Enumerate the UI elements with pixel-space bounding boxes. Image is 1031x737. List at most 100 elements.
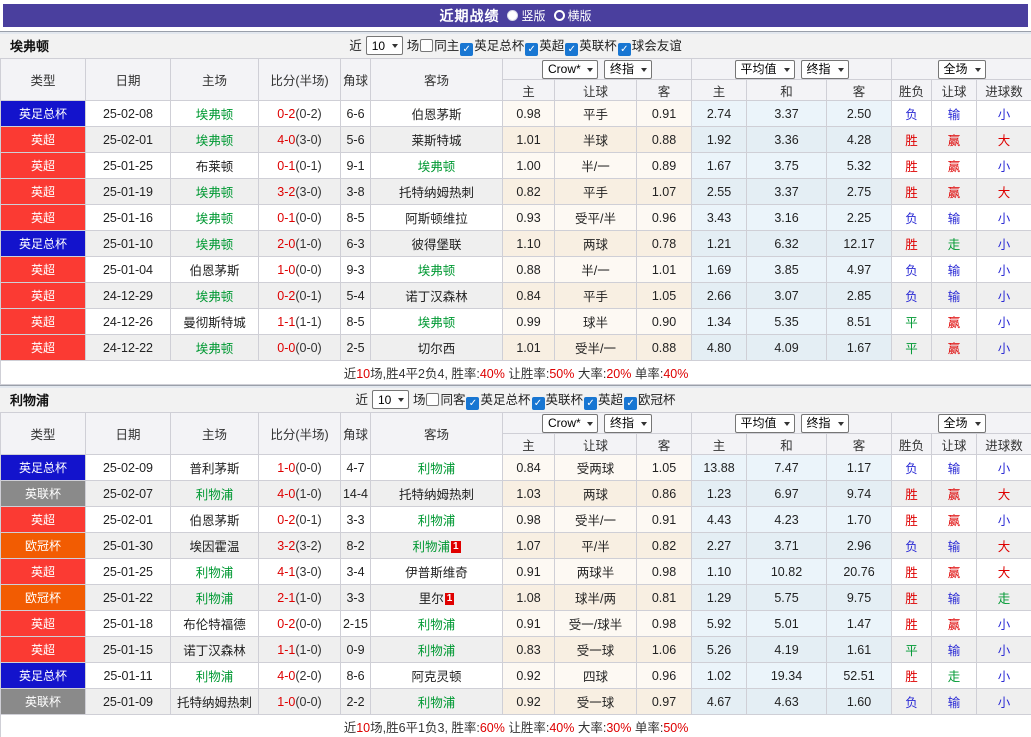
eu-final-select-wrap: 终指 bbox=[800, 413, 849, 433]
ah-handicap-line: 两球 bbox=[554, 230, 637, 257]
ah-away-odds: 1.05 bbox=[636, 454, 692, 481]
layout-option-vertical[interactable]: 竖版 bbox=[507, 7, 546, 24]
competition-checkbox[interactable]: ✓ bbox=[525, 42, 539, 56]
ah-home-odds: 1.01 bbox=[502, 334, 555, 361]
away-team: 利物浦 bbox=[370, 506, 503, 533]
away-team: 埃弗顿 bbox=[370, 152, 503, 179]
col-home: 主场 bbox=[170, 58, 259, 101]
corner-count: 2-15 bbox=[340, 610, 371, 637]
scope-select[interactable]: 全场 bbox=[937, 59, 986, 79]
ah-away-odds: 1.01 bbox=[636, 256, 692, 283]
halftime-score: (0-0) bbox=[295, 262, 322, 277]
eu-away-odds: 12.17 bbox=[825, 230, 893, 257]
ah-home-odds: 1.01 bbox=[502, 126, 555, 153]
competition-checkbox[interactable]: ✓ bbox=[565, 42, 579, 56]
eu-home-odds: 1.02 bbox=[691, 662, 747, 689]
summary-segment: 单率: bbox=[631, 721, 664, 735]
home-team: 埃弗顿 bbox=[170, 126, 259, 153]
result-handicap: 赢 bbox=[931, 480, 978, 507]
corner-count: 9-1 bbox=[340, 152, 371, 179]
ah-final-select[interactable]: 终指 bbox=[604, 413, 652, 433]
bookmaker-select[interactable]: Crow* bbox=[542, 59, 598, 79]
match-score: 3-2(3-2) bbox=[258, 532, 341, 559]
result-handicap: 输 bbox=[931, 584, 978, 611]
match-type-badge: 英超 bbox=[0, 610, 86, 637]
summary-segment: 10 bbox=[356, 367, 371, 381]
halftime-score: (3-2) bbox=[295, 538, 322, 553]
match-score: 3-2(3-0) bbox=[258, 178, 341, 205]
match-date: 25-01-30 bbox=[85, 532, 171, 559]
corner-count: 14-4 bbox=[340, 480, 371, 507]
fulltime-score: 0-2 bbox=[277, 616, 296, 631]
match-score: 0-2(0-1) bbox=[258, 282, 341, 309]
team-name-text: 埃弗顿 bbox=[417, 160, 456, 174]
eu-average-select[interactable]: 平均值 bbox=[734, 59, 795, 79]
radio-unselected-icon[interactable] bbox=[553, 10, 565, 21]
competition-checkbox[interactable]: ✓ bbox=[460, 42, 474, 56]
eu-draw-odds: 3.07 bbox=[746, 282, 827, 309]
results-table: 类型 日期 主场 比分(半场) 角球 客场 Crow*终指 平均值终指 全场 bbox=[0, 412, 1031, 737]
halftime-score: (1-0) bbox=[295, 590, 322, 605]
bookmaker-select[interactable]: Crow* bbox=[542, 413, 598, 433]
eu-final-select[interactable]: 终指 bbox=[800, 59, 849, 79]
match-type-badge: 英联杯 bbox=[0, 688, 86, 715]
match-count-select[interactable]: 10 bbox=[365, 36, 403, 55]
home-team: 布莱顿 bbox=[170, 152, 259, 179]
same-side-checkbox[interactable] bbox=[426, 392, 440, 406]
layout-option-horizontal[interactable]: 横版 bbox=[553, 7, 592, 24]
corner-count: 8-2 bbox=[340, 532, 371, 559]
match-row: 欧冠杯 25-01-22 利物浦 2-1(1-0) 3-3 里尔 1 1.08 球半/两 0.81… bbox=[0, 584, 1031, 611]
corner-count: 6-6 bbox=[340, 100, 371, 127]
eu-draw-odds: 3.71 bbox=[746, 532, 827, 559]
competition-checkbox[interactable]: ✓ bbox=[466, 396, 480, 410]
ah-handicap-line: 受半/一 bbox=[554, 334, 637, 361]
match-row: 英超 24-12-29 埃弗顿 0-2(0-1) 5-4 诺丁汉森林 0.84 平手 1.05 2… bbox=[0, 282, 1031, 309]
competition-label: 英足总杯 bbox=[474, 38, 525, 53]
radio-selected-icon[interactable] bbox=[507, 10, 519, 21]
home-team: 利物浦 bbox=[170, 584, 259, 611]
match-score: 4-1(3-0) bbox=[258, 558, 341, 585]
eu-home-odds: 1.10 bbox=[691, 558, 747, 585]
scope-select[interactable]: 全场 bbox=[937, 413, 986, 433]
competition-checkbox[interactable]: ✓ bbox=[617, 42, 631, 56]
recent-results-panel: 近期战绩 竖版 横版 埃弗顿 近 10 场同主 ✓ 英足总杯 ✓ 英超 ✓ 英联杯 ✓ 球会友谊 类… bbox=[0, 0, 1031, 737]
result-outcome: 胜 bbox=[891, 584, 933, 611]
halftime-score: (1-0) bbox=[295, 486, 322, 501]
fulltime-score: 0-2 bbox=[277, 288, 296, 303]
result-outcome: 胜 bbox=[891, 230, 933, 257]
fulltime-score: 2-0 bbox=[277, 236, 296, 251]
match-date: 25-02-01 bbox=[85, 506, 171, 533]
fulltime-score: 0-1 bbox=[277, 210, 296, 225]
match-row: 英超 25-01-19 埃弗顿 3-2(3-0) 3-8 托特纳姆热刺 0.82 平手 1.07… bbox=[0, 178, 1031, 205]
match-score: 2-0(1-0) bbox=[258, 230, 341, 257]
eu-home-odds: 1.67 bbox=[691, 152, 747, 179]
eu-home-odds: 4.67 bbox=[691, 688, 747, 715]
eu-average-select[interactable]: 平均值 bbox=[734, 413, 795, 433]
competition-checkbox[interactable]: ✓ bbox=[584, 396, 598, 410]
same-side-checkbox[interactable] bbox=[420, 38, 434, 52]
team-name-text: 利物浦 bbox=[417, 618, 456, 632]
eu-home-odds: 2.27 bbox=[691, 532, 747, 559]
away-team: 彼得堡联 bbox=[370, 230, 503, 257]
eu-away-odds: 1.67 bbox=[825, 334, 893, 361]
scope-controls: 全场 bbox=[891, 58, 1031, 80]
eu-draw-odds: 6.32 bbox=[746, 230, 827, 257]
ah-final-select[interactable]: 终指 bbox=[604, 59, 652, 79]
eu-final-select[interactable]: 终指 bbox=[800, 413, 849, 433]
result-goals: 走 bbox=[976, 584, 1031, 611]
result-handicap: 赢 bbox=[931, 152, 978, 179]
result-outcome: 负 bbox=[891, 204, 933, 231]
match-date: 25-01-22 bbox=[85, 584, 171, 611]
team-name-text: 利物浦 bbox=[417, 696, 456, 710]
match-count-select[interactable]: 10 bbox=[371, 390, 409, 409]
ah-handicap-line: 受平/半 bbox=[554, 204, 637, 231]
ah-away-odds: 0.96 bbox=[636, 204, 692, 231]
ah-final-select-wrap: 终指 bbox=[604, 59, 652, 79]
team-name-text: 埃弗顿 bbox=[195, 238, 234, 252]
result-outcome: 胜 bbox=[891, 506, 933, 533]
competition-checkbox[interactable]: ✓ bbox=[531, 396, 545, 410]
halftime-score: (0-0) bbox=[295, 460, 322, 475]
competition-label: 球会友谊 bbox=[631, 38, 682, 53]
competition-checkbox[interactable]: ✓ bbox=[624, 396, 638, 410]
fulltime-score: 4-0 bbox=[277, 668, 296, 683]
